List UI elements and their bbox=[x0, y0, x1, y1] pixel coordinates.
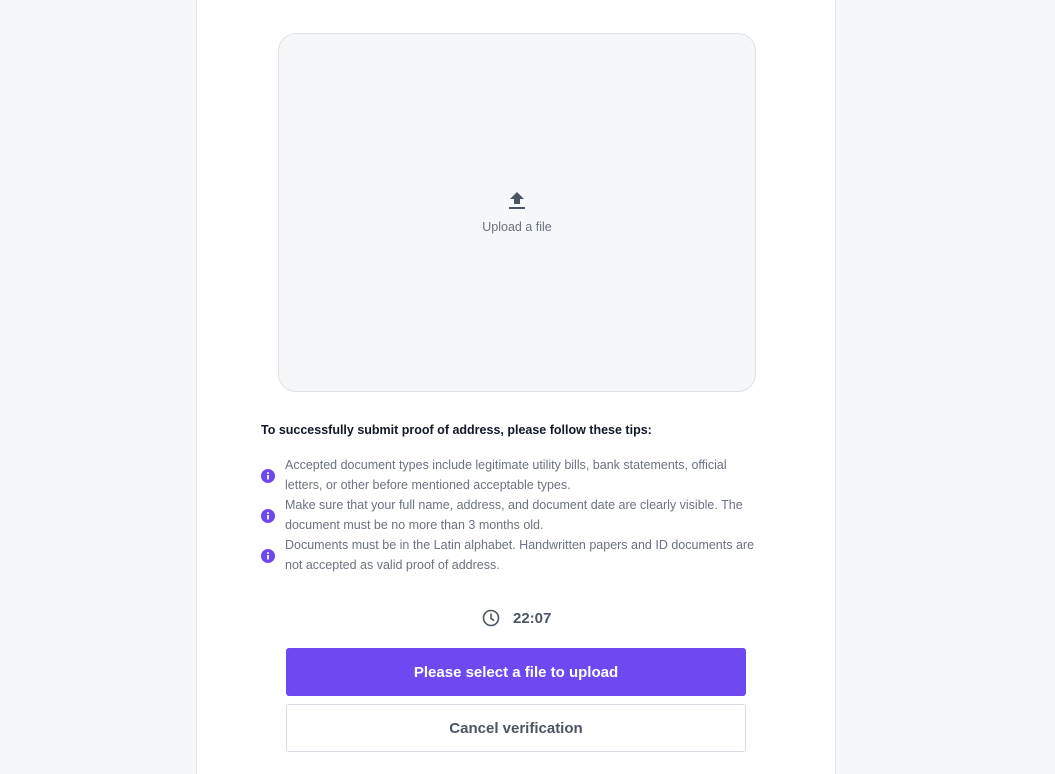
tip-line: Accepted document types include legitima… bbox=[285, 458, 727, 472]
verification-panel: Upload a file To successfully submit pro… bbox=[196, 0, 836, 774]
tip-line: document must be no more than 3 months o… bbox=[285, 518, 544, 532]
select-file-button[interactable]: Please select a file to upload bbox=[286, 648, 746, 696]
timer-value: 22:07 bbox=[513, 609, 552, 627]
info-icon bbox=[261, 549, 275, 563]
tip-line: Documents must be in the Latin alphabet.… bbox=[285, 538, 755, 552]
tip-item: Accepted document types include legitima… bbox=[261, 455, 771, 495]
clock-icon bbox=[482, 609, 500, 627]
tip-line: letters, or other before mentioned accep… bbox=[285, 478, 571, 492]
tip-line: not accepted as valid proof of address. bbox=[285, 558, 500, 572]
tip-line: Make sure that your full name, address, … bbox=[285, 498, 743, 512]
info-icon bbox=[261, 469, 275, 483]
upload-label: Upload a file bbox=[482, 220, 552, 234]
upload-icon bbox=[509, 192, 525, 209]
tips-list: Accepted document types include legitima… bbox=[261, 455, 771, 575]
tip-item: Documents must be in the Latin alphabet.… bbox=[261, 535, 771, 575]
countdown-timer: 22:07 bbox=[482, 608, 551, 628]
cancel-verification-button[interactable]: Cancel verification bbox=[286, 704, 746, 752]
file-dropzone[interactable]: Upload a file bbox=[278, 33, 756, 392]
info-icon bbox=[261, 509, 275, 523]
tips-title: To successfully submit proof of address,… bbox=[261, 423, 652, 437]
tip-item: Make sure that your full name, address, … bbox=[261, 495, 771, 535]
